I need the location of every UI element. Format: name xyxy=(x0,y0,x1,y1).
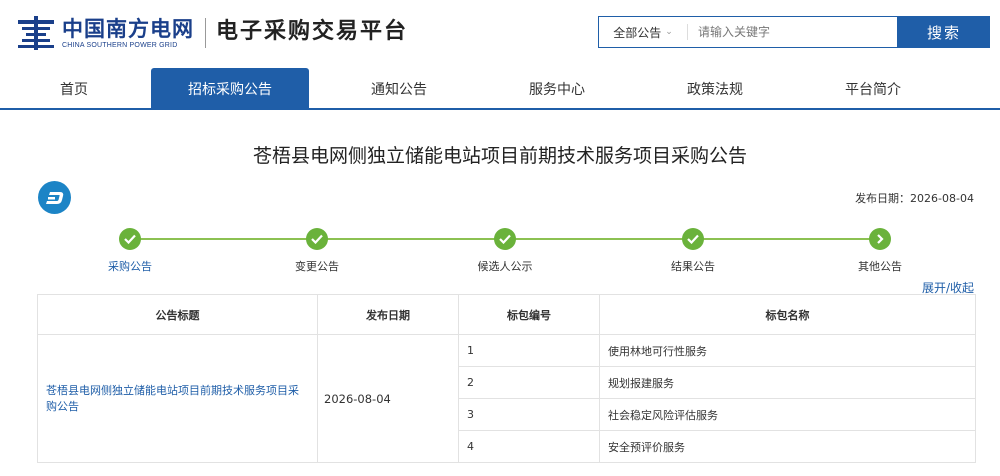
step-5-chevron-right-icon xyxy=(869,228,891,250)
step-label-result[interactable]: 结果公告 xyxy=(643,258,743,274)
search-input[interactable] xyxy=(688,17,897,47)
nav-item-policies[interactable]: 政策法规 xyxy=(636,68,794,110)
search-scope-label: 全部公告 xyxy=(613,25,662,40)
step-label-change[interactable]: 变更公告 xyxy=(267,258,367,274)
nav-item-service-center[interactable]: 服务中心 xyxy=(478,68,636,110)
step-4-check-icon xyxy=(682,228,704,250)
step-1-check-icon xyxy=(119,228,141,250)
col-header-publish-date: 发布日期 xyxy=(317,294,459,335)
step-label-other[interactable]: 其他公告 xyxy=(830,258,930,274)
main-nav: 首页 招标采购公告 通知公告 服务中心 政策法规 平台简介 xyxy=(0,68,1000,110)
dash-icon xyxy=(38,181,71,214)
package-no: 3 xyxy=(458,398,600,431)
step-label-candidate[interactable]: 候选人公示 xyxy=(455,258,555,274)
col-header-package-no: 标包编号 xyxy=(458,294,600,335)
platform-title: 电子采购交易平台 xyxy=(216,19,409,44)
csg-logo[interactable]: 中国南方电网 CHINA SOUTHERN POWER GRID xyxy=(18,14,208,52)
site-header: 中国南方电网 CHINA SOUTHERN POWER GRID 电子采购交易平… xyxy=(0,0,1000,68)
package-no: 2 xyxy=(458,366,600,399)
package-table: 公告标题 发布日期 标包编号 标包名称 苍梧县电网侧独立储能电站项目前期技术服务… xyxy=(37,294,976,463)
table-header-row: 公告标题 发布日期 标包编号 标包名称 xyxy=(37,294,976,335)
step-label-procurement[interactable]: 采购公告 xyxy=(80,258,180,274)
logo-separator xyxy=(205,18,206,48)
package-name: 使用林地可行性服务 xyxy=(599,334,976,367)
step-3-check-icon xyxy=(494,228,516,250)
publish-date: 发布日期：2026-08-04 xyxy=(855,192,974,205)
table-row: 苍梧县电网侧独立储能电站项目前期技术服务项目采购公告 2026-08-04 1 … xyxy=(37,334,976,463)
nav-item-notifications[interactable]: 通知公告 xyxy=(320,68,478,110)
nav-item-procurement-notice[interactable]: 招标采购公告 xyxy=(151,68,309,110)
notice-title-link[interactable]: 苍梧县电网侧独立储能电站项目前期技术服务项目采购公告 xyxy=(37,334,318,463)
search-box: 全部公告 ⌄ xyxy=(598,16,898,48)
col-header-notice-title: 公告标题 xyxy=(37,294,318,335)
step-2-check-icon xyxy=(306,228,328,250)
package-no: 1 xyxy=(458,334,600,367)
csg-logo-icon xyxy=(18,16,54,50)
package-name: 规划报建服务 xyxy=(599,366,976,399)
package-name: 社会稳定风险评估服务 xyxy=(599,398,976,431)
page-title: 苍梧县电网侧独立储能电站项目前期技术服务项目采购公告 xyxy=(252,145,747,167)
package-name: 安全预评价服务 xyxy=(599,430,976,463)
chevron-down-icon: ⌄ xyxy=(665,27,673,37)
package-no: 4 xyxy=(458,430,600,463)
notice-publish-date: 2026-08-04 xyxy=(317,334,459,463)
nav-item-about[interactable]: 平台简介 xyxy=(794,68,952,110)
col-header-package-name: 标包名称 xyxy=(599,294,976,335)
progress-stepper: 采购公告 变更公告 候选人公示 结果公告 其他公告 xyxy=(0,226,1000,276)
logo-cn-text: 中国南方电网 xyxy=(62,16,194,41)
logo-en-text: CHINA SOUTHERN POWER GRID xyxy=(62,41,178,49)
search-button[interactable]: 搜索 xyxy=(898,16,990,48)
search-scope-select[interactable]: 全部公告 ⌄ xyxy=(599,17,687,47)
nav-item-home[interactable]: 首页 xyxy=(0,68,148,110)
